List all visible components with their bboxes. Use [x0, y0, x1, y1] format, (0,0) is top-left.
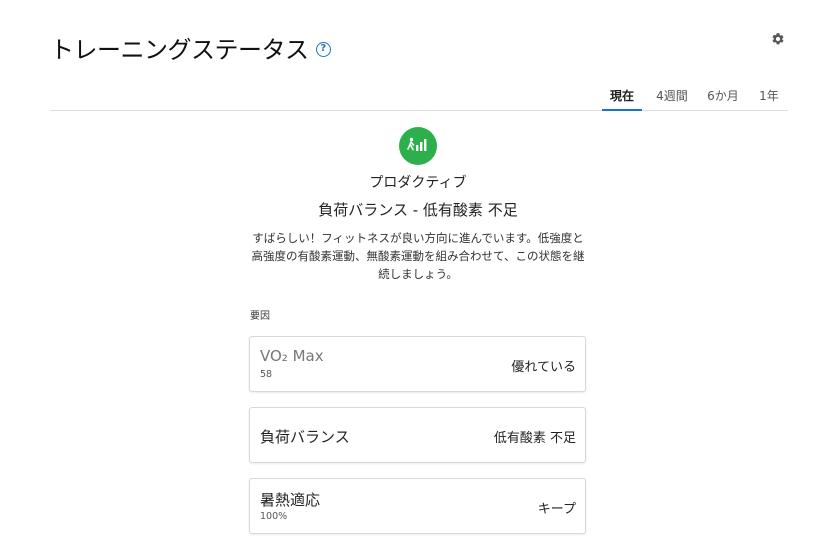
gear-icon[interactable] — [771, 32, 785, 46]
factor-value: 低有酸素 不足 — [493, 431, 576, 446]
factor-name: VO₂ Max — [260, 347, 324, 365]
page-title: トレーニングステータス ? — [50, 30, 331, 65]
tab-current[interactable]: 現在 — [602, 87, 642, 111]
factor-value: キープ — [537, 502, 576, 517]
factor-value: 優れている — [511, 360, 576, 375]
factors-heading: 要因 — [250, 311, 270, 322]
status-name: プロダクティブ — [369, 175, 467, 191]
period-tabs: 現在 4週間 6か月 1年 — [50, 80, 788, 111]
status-description: すばらしい！フィットネスが良い方向に進んでいます。低強度と高強度の有酸素運動、無… — [251, 231, 585, 281]
factor-card-vo2max[interactable]: VO₂ Max 58 優れている — [249, 336, 586, 392]
factor-detail: 58 — [260, 369, 273, 380]
tab-1-year[interactable]: 1年 — [755, 87, 783, 109]
help-icon[interactable]: ? — [315, 41, 331, 57]
training-status-badge — [399, 127, 437, 165]
factor-detail: 100% — [260, 511, 288, 522]
factor-name: 暑熱適応 — [260, 491, 321, 509]
status-subtitle: 負荷バランス - 低有酸素 不足 — [318, 201, 518, 219]
factor-card-heat-acclimation[interactable]: 暑熱適応 100% キープ — [249, 478, 586, 534]
tab-6-months[interactable]: 6か月 — [703, 87, 743, 109]
tab-4-weeks[interactable]: 4週間 — [652, 87, 692, 109]
factor-card-load-balance[interactable]: 負荷バランス 低有酸素 不足 — [249, 407, 586, 463]
runner-bars-icon — [407, 137, 427, 151]
factor-name: 負荷バランス — [260, 428, 350, 446]
page-title-text: トレーニングステータス — [50, 36, 309, 64]
